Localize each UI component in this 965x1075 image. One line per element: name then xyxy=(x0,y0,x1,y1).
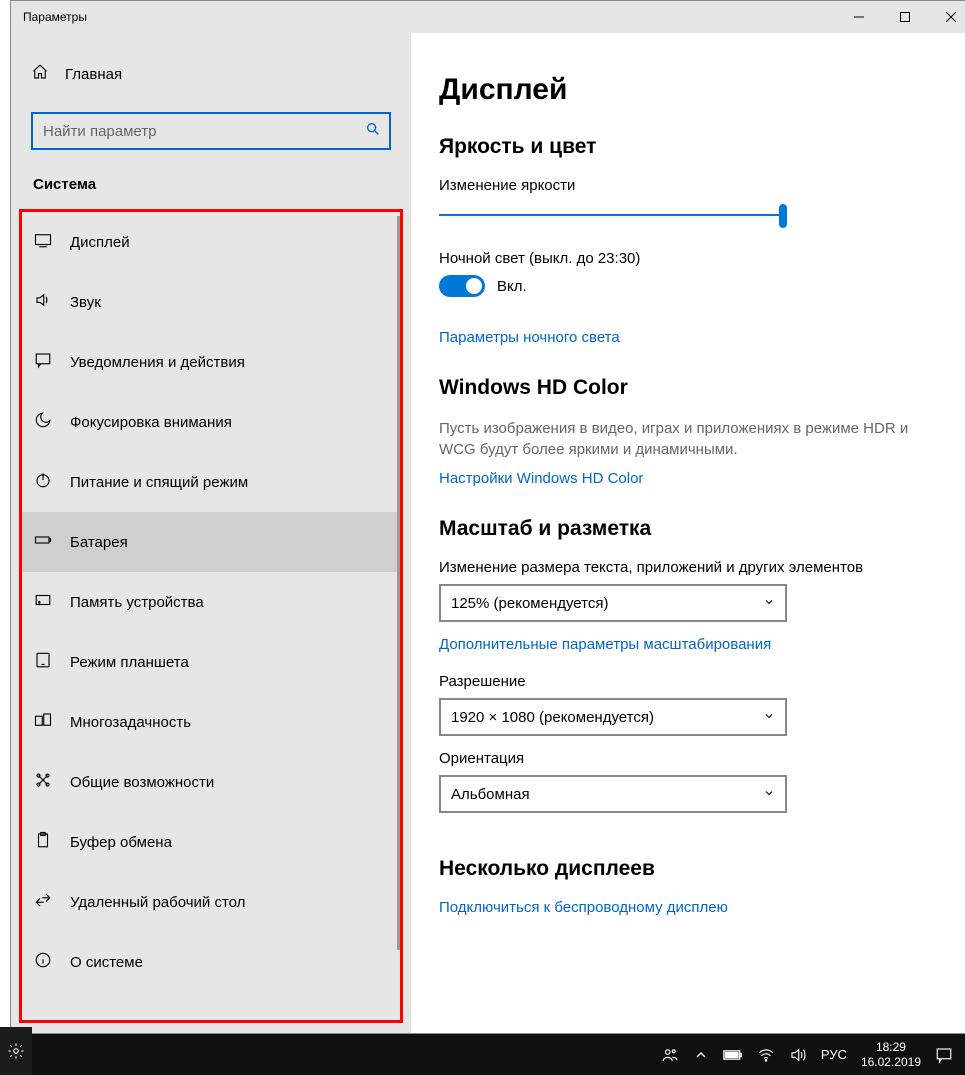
sidebar-item-label: Батарея xyxy=(70,534,128,551)
orientation-value: Альбомная xyxy=(451,786,530,803)
sidebar-item-power[interactable]: Питание и спящий режим xyxy=(22,452,400,512)
moon-icon xyxy=(34,411,52,433)
titlebar: Параметры xyxy=(11,1,965,33)
content-area: Дисплей Яркость и цвет Изменение яркости… xyxy=(411,33,965,1033)
sidebar-item-sound[interactable]: Звук xyxy=(22,272,400,332)
sidebar-item-battery[interactable]: Батарея xyxy=(22,512,400,572)
sidebar-item-label: Удаленный рабочий стол xyxy=(70,894,245,911)
taskbar: РУС 18:29 16.02.2019 xyxy=(0,1034,965,1075)
sidebar-item-remote[interactable]: Удаленный рабочий стол xyxy=(22,872,400,932)
sidebar-item-label: Фокусировка внимания xyxy=(70,414,232,431)
volume-icon[interactable] xyxy=(789,1046,807,1064)
notifications-icon xyxy=(34,351,52,373)
hdcolor-desc: Пусть изображения в видео, играх и прило… xyxy=(439,418,929,460)
sidebar-item-label: Питание и спящий режим xyxy=(70,474,248,491)
close-button[interactable] xyxy=(928,1,965,33)
sidebar-item-display[interactable]: Дисплей xyxy=(22,212,400,272)
toggle-state: Вкл. xyxy=(497,278,527,295)
sound-icon xyxy=(34,291,52,313)
scale-value: 125% (рекомендуется) xyxy=(451,595,608,612)
scale-dropdown[interactable]: 125% (рекомендуется) xyxy=(439,584,787,622)
sidebar-item-label: О системе xyxy=(70,954,143,971)
settings-window: Параметры Главная Система xyxy=(10,0,965,1034)
sidebar-item-about[interactable]: О системе xyxy=(22,932,400,992)
remote-icon xyxy=(34,891,52,913)
resolution-label: Разрешение xyxy=(439,673,946,690)
sidebar-item-label: Многозадачность xyxy=(70,714,191,731)
display-icon xyxy=(34,231,52,253)
brightness-slider[interactable] xyxy=(439,202,787,230)
language-indicator[interactable]: РУС xyxy=(821,1047,847,1062)
sidebar-item-label: Память устройства xyxy=(70,594,204,611)
scale-heading: Масштаб и разметка xyxy=(439,517,946,541)
home-label: Главная xyxy=(65,66,122,83)
window-title: Параметры xyxy=(23,10,87,24)
sidebar-item-focus[interactable]: Фокусировка внимания xyxy=(22,392,400,452)
clock[interactable]: 18:29 16.02.2019 xyxy=(861,1040,921,1069)
resolution-dropdown[interactable]: 1920 × 1080 (рекомендуется) xyxy=(439,698,787,736)
battery-tray-icon[interactable] xyxy=(723,1048,743,1062)
hdcolor-heading: Windows HD Color xyxy=(439,376,946,400)
scrollbar[interactable] xyxy=(397,216,400,950)
search-input[interactable] xyxy=(43,123,365,140)
wireless-display-link[interactable]: Подключиться к беспроводному дисплею xyxy=(439,899,946,916)
info-icon xyxy=(34,951,52,973)
action-center-icon[interactable] xyxy=(935,1046,953,1064)
sidebar-item-clipboard[interactable]: Буфер обмена xyxy=(22,812,400,872)
clock-time: 18:29 xyxy=(861,1040,921,1054)
chevron-down-icon xyxy=(763,786,775,803)
battery-icon xyxy=(34,531,52,553)
scale-size-label: Изменение размера текста, приложений и д… xyxy=(439,559,946,576)
page-title: Дисплей xyxy=(439,73,946,107)
brightness-heading: Яркость и цвет xyxy=(439,135,946,159)
start-settings-button[interactable] xyxy=(0,1027,32,1075)
search-icon xyxy=(365,121,381,142)
search-box[interactable] xyxy=(31,112,391,150)
sidebar-item-label: Общие возможности xyxy=(70,774,214,791)
sidebar-item-label: Режим планшета xyxy=(70,654,189,671)
multi-display-heading: Несколько дисплеев xyxy=(439,857,946,881)
maximize-button[interactable] xyxy=(882,1,928,33)
home-icon xyxy=(31,63,49,86)
nightlight-settings-link[interactable]: Параметры ночного света xyxy=(439,329,946,346)
people-icon[interactable] xyxy=(661,1046,679,1064)
sidebar-item-label: Уведомления и действия xyxy=(70,354,245,371)
clock-date: 16.02.2019 xyxy=(861,1055,921,1069)
minimize-button[interactable] xyxy=(836,1,882,33)
sidebar-item-multitask[interactable]: Многозадачность xyxy=(22,692,400,752)
clipboard-icon xyxy=(34,831,52,853)
resolution-value: 1920 × 1080 (рекомендуется) xyxy=(451,709,654,726)
sidebar-item-notifications[interactable]: Уведомления и действия xyxy=(22,332,400,392)
sidebar-item-label: Дисплей xyxy=(70,234,130,251)
adv-scale-link[interactable]: Дополнительные параметры масштабирования xyxy=(439,636,946,653)
chevron-down-icon xyxy=(763,595,775,612)
nightlight-toggle[interactable] xyxy=(439,275,485,297)
sidebar-item-label: Звук xyxy=(70,294,101,311)
sidebar-item-shared[interactable]: Общие возможности xyxy=(22,752,400,812)
sidebar-item-tablet[interactable]: Режим планшета xyxy=(22,632,400,692)
multitask-icon xyxy=(34,711,52,733)
sidebar-item-storage[interactable]: Память устройства xyxy=(22,572,400,632)
power-icon xyxy=(34,471,52,493)
home-nav[interactable]: Главная xyxy=(31,63,391,86)
wifi-icon[interactable] xyxy=(757,1046,775,1064)
sidebar-item-label: Буфер обмена xyxy=(70,834,172,851)
sidebar-menu: Дисплей Звук Уведомления и действия Фоку… xyxy=(19,209,403,1023)
orientation-label: Ориентация xyxy=(439,750,946,767)
shared-icon xyxy=(34,771,52,793)
hdcolor-link[interactable]: Настройки Windows HD Color xyxy=(439,470,946,487)
storage-icon xyxy=(34,591,52,613)
orientation-dropdown[interactable]: Альбомная xyxy=(439,775,787,813)
brightness-label: Изменение яркости xyxy=(439,177,946,194)
sidebar: Главная Система Дисплей Звук xyxy=(11,33,411,1033)
sidebar-section-title: Система xyxy=(33,176,391,193)
window-controls xyxy=(836,1,965,33)
nightlight-label: Ночной свет (выкл. до 23:30) xyxy=(439,250,946,267)
chevron-down-icon xyxy=(763,709,775,726)
chevron-up-icon[interactable] xyxy=(693,1047,709,1063)
tablet-icon xyxy=(34,651,52,673)
